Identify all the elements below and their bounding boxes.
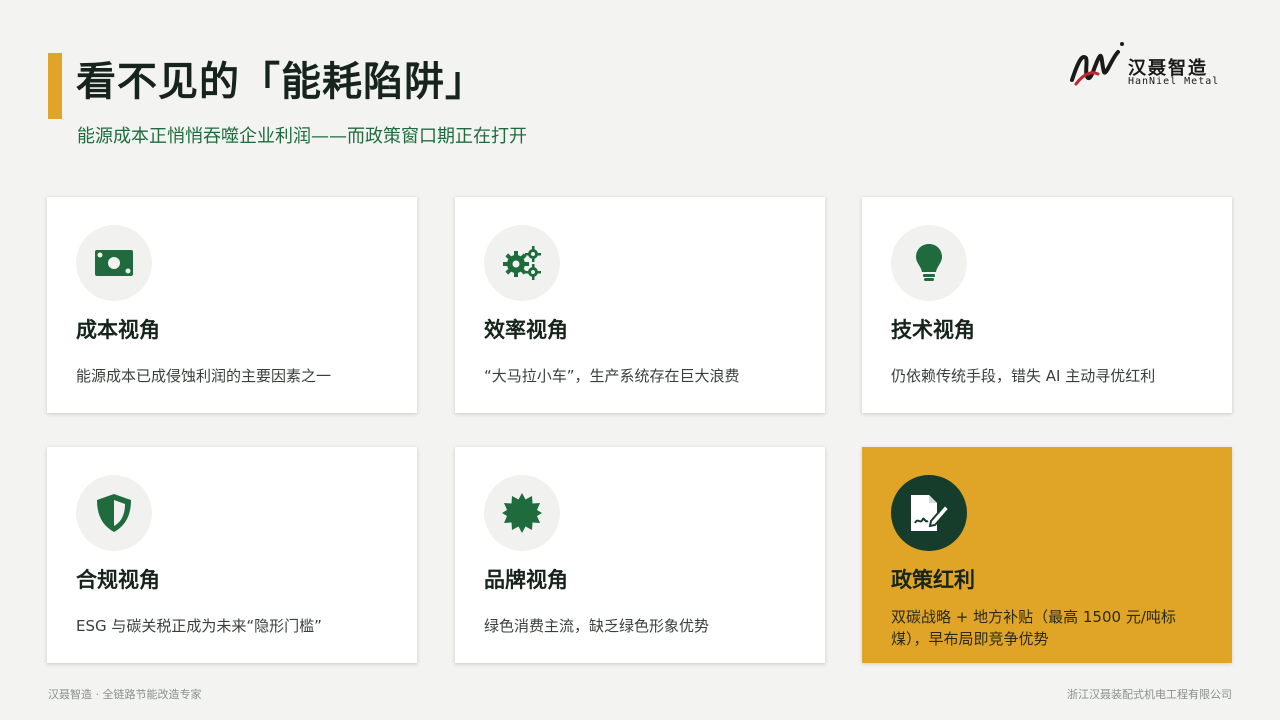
footer-right: 浙江汉聂装配式机电工程有限公司 — [1067, 688, 1232, 701]
footer-left: 汉聂智造 · 全链路节能改造专家 — [48, 688, 202, 701]
logo-name-en: HanNiel Metal — [1128, 76, 1220, 87]
card-efficiency: 效率视角 “大马拉小车”，生产系统存在巨大浪费 — [455, 197, 825, 413]
icon-circle — [484, 475, 560, 551]
money-bill-icon — [95, 250, 133, 276]
title-accent-bar — [48, 53, 62, 119]
card-title: 效率视角 — [484, 318, 568, 342]
card-desc: 绿色消费主流，缺乏绿色形象优势 — [484, 617, 710, 635]
certificate-icon — [502, 493, 542, 533]
card-title: 品牌视角 — [484, 568, 568, 592]
signed-document-icon — [911, 495, 949, 531]
card-policy: 政策红利 双碳战略 + 地方补贴（最高 1500 元/吨标煤），早布局即竞争优势 — [862, 447, 1232, 663]
card-desc: ESG 与碳关税正成为未来“隐形门槛” — [76, 617, 322, 635]
company-logo: 汉聂智造 HanNiel Metal — [1068, 40, 1228, 92]
shield-icon — [97, 494, 131, 532]
card-title: 技术视角 — [891, 318, 975, 342]
card-title: 合规视角 — [76, 568, 160, 592]
card-desc: 能源成本已成侵蚀利润的主要因素之一 — [76, 367, 332, 385]
page-title: 看不见的「能耗陷阱」 — [76, 59, 486, 105]
icon-circle — [891, 225, 967, 301]
card-compliance: 合规视角 ESG 与碳关税正成为未来“隐形门槛” — [47, 447, 417, 663]
card-cost: 成本视角 能源成本已成侵蚀利润的主要因素之一 — [47, 197, 417, 413]
card-desc: 双碳战略 + 地方补贴（最高 1500 元/吨标煤），早布局即竞争优势 — [891, 608, 1176, 648]
icon-circle — [76, 225, 152, 301]
card-title: 政策红利 — [891, 568, 975, 592]
card-title: 成本视角 — [76, 318, 160, 342]
lightbulb-icon — [916, 244, 942, 281]
logo-mark-icon — [1070, 42, 1124, 86]
card-desc: “大马拉小车”，生产系统存在巨大浪费 — [484, 367, 740, 385]
card-desc: 仍依赖传统手段，错失 AI 主动寻优红利 — [891, 367, 1156, 385]
icon-circle — [76, 475, 152, 551]
gears-icon — [503, 246, 541, 280]
card-technology: 技术视角 仍依赖传统手段，错失 AI 主动寻优红利 — [862, 197, 1232, 413]
page-subtitle: 能源成本正悄悄吞噬企业利润——而政策窗口期正在打开 — [77, 126, 527, 147]
card-brand: 品牌视角 绿色消费主流，缺乏绿色形象优势 — [455, 447, 825, 663]
icon-circle — [484, 225, 560, 301]
icon-circle — [891, 475, 967, 551]
